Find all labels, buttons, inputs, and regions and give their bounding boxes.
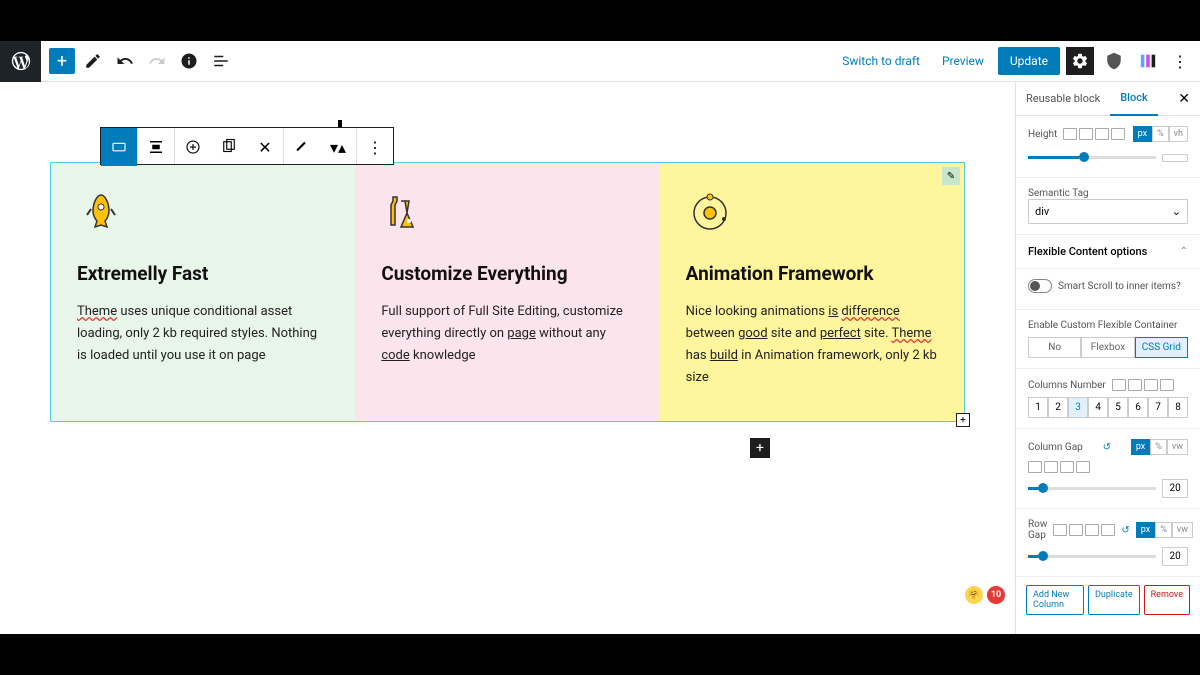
rowgap-slider[interactable] xyxy=(1028,555,1156,558)
switch-to-draft-link[interactable]: Switch to draft xyxy=(834,48,928,74)
settings-icon[interactable] xyxy=(1066,47,1094,75)
align-icon[interactable] xyxy=(138,128,174,166)
remove-icon[interactable]: ✕ xyxy=(247,128,283,166)
outline-icon[interactable] xyxy=(207,47,235,75)
container-link-panel[interactable]: Container Link⌄ xyxy=(1016,623,1200,634)
add-block-button[interactable]: + xyxy=(49,48,75,74)
dropdown-icon[interactable]: ▾▴ xyxy=(320,128,356,166)
tab-block[interactable]: Block xyxy=(1110,82,1157,116)
orbit-icon xyxy=(686,185,938,240)
settings-sidebar: Reusable block Block ✕ Height px % vh Se… xyxy=(1015,82,1200,634)
semantic-select[interactable]: div⌄ xyxy=(1028,199,1188,224)
block-toolbar: ✕ ▾▴ ⋮ xyxy=(100,127,394,165)
emoji-badge[interactable]: 🤗 xyxy=(965,586,983,604)
unit-px[interactable]: px xyxy=(1133,126,1152,142)
edit-handle-icon[interactable]: ✎ xyxy=(942,167,960,185)
edit-icon[interactable] xyxy=(79,47,107,75)
flex-no[interactable]: No xyxy=(1028,337,1081,358)
wordpress-logo[interactable] xyxy=(0,41,41,82)
copy-icon[interactable] xyxy=(211,128,247,166)
unit-vh[interactable]: vh xyxy=(1169,126,1188,142)
card-2[interactable]: Customize Everything Full support of Ful… xyxy=(355,163,659,421)
close-sidebar-icon[interactable]: ✕ xyxy=(1168,91,1200,107)
flex-cssgrid[interactable]: CSS Grid xyxy=(1135,337,1188,358)
height-label: Height xyxy=(1028,129,1057,140)
enable-flex-label: Enable Custom Flexible Container xyxy=(1028,320,1188,331)
card-title: Animation Framework xyxy=(686,262,938,285)
reset-icon[interactable]: ↺ xyxy=(1121,525,1129,536)
remove-button[interactable]: Remove xyxy=(1144,585,1190,615)
card-body: Nice looking animations is difference be… xyxy=(686,301,938,389)
count-badge[interactable]: 10 xyxy=(987,586,1005,604)
preview-link[interactable]: Preview xyxy=(934,48,992,74)
flask-icon xyxy=(381,185,633,240)
add-new-column-button[interactable]: Add New Column xyxy=(1026,585,1084,615)
card-title: Extremelly Fast xyxy=(77,262,329,285)
add-block-below[interactable]: + xyxy=(750,438,770,458)
floating-badges: 🤗 10 xyxy=(965,586,1005,604)
smart-scroll-toggle[interactable] xyxy=(1028,279,1052,293)
card-body: Full support of Full Site Editing, custo… xyxy=(381,301,633,367)
editor-canvas: ✕ ▾▴ ⋮ ✎ Extremelly Fast Theme uses uniq… xyxy=(0,82,1015,634)
card-3[interactable]: Animation Framework Nice looking animati… xyxy=(660,163,964,421)
card-body: Theme uses unique conditional asset load… xyxy=(77,301,329,367)
height-slider[interactable] xyxy=(1028,156,1156,159)
tab-reusable-block[interactable]: Reusable block xyxy=(1016,82,1110,116)
card-1[interactable]: Extremelly Fast Theme uses unique condit… xyxy=(51,163,355,421)
colgap-value[interactable]: 20 xyxy=(1162,479,1188,498)
colgap-slider[interactable] xyxy=(1028,487,1156,490)
duplicate-button[interactable]: Duplicate xyxy=(1088,585,1140,615)
columns-icon[interactable] xyxy=(1134,47,1162,75)
add-column-handle[interactable]: + xyxy=(956,413,970,427)
greenshift-icon[interactable] xyxy=(1100,47,1128,75)
semantic-label: Semantic Tag xyxy=(1028,188,1188,199)
more-icon[interactable]: ⋮ xyxy=(1168,49,1192,73)
block-more-icon[interactable]: ⋮ xyxy=(357,128,393,166)
rocket-icon xyxy=(77,185,329,240)
add-icon[interactable] xyxy=(175,128,211,166)
update-button[interactable]: Update xyxy=(998,47,1060,75)
info-icon[interactable] xyxy=(175,47,203,75)
height-value[interactable] xyxy=(1162,154,1188,162)
block-type-icon[interactable] xyxy=(101,128,137,166)
columns-picker[interactable]: 12345678 xyxy=(1028,397,1188,418)
rowgap-value[interactable]: 20 xyxy=(1162,547,1188,566)
flex-flexbox[interactable]: Flexbox xyxy=(1081,337,1134,358)
card-title: Customize Everything xyxy=(381,262,633,285)
grid-container[interactable]: ✎ Extremelly Fast Theme uses unique cond… xyxy=(50,162,965,422)
unit-pct[interactable]: % xyxy=(1152,126,1169,142)
device-switcher[interactable] xyxy=(1063,128,1125,140)
cols-devices[interactable] xyxy=(1112,379,1174,391)
brush-icon[interactable] xyxy=(284,128,320,166)
top-toolbar: + Switch to draft Preview Update ⋮ xyxy=(0,41,1200,82)
redo-icon[interactable] xyxy=(143,47,171,75)
reset-icon[interactable]: ↺ xyxy=(1103,442,1111,453)
flex-options-panel[interactable]: Flexible Content options⌃ xyxy=(1016,235,1200,269)
undo-icon[interactable] xyxy=(111,47,139,75)
